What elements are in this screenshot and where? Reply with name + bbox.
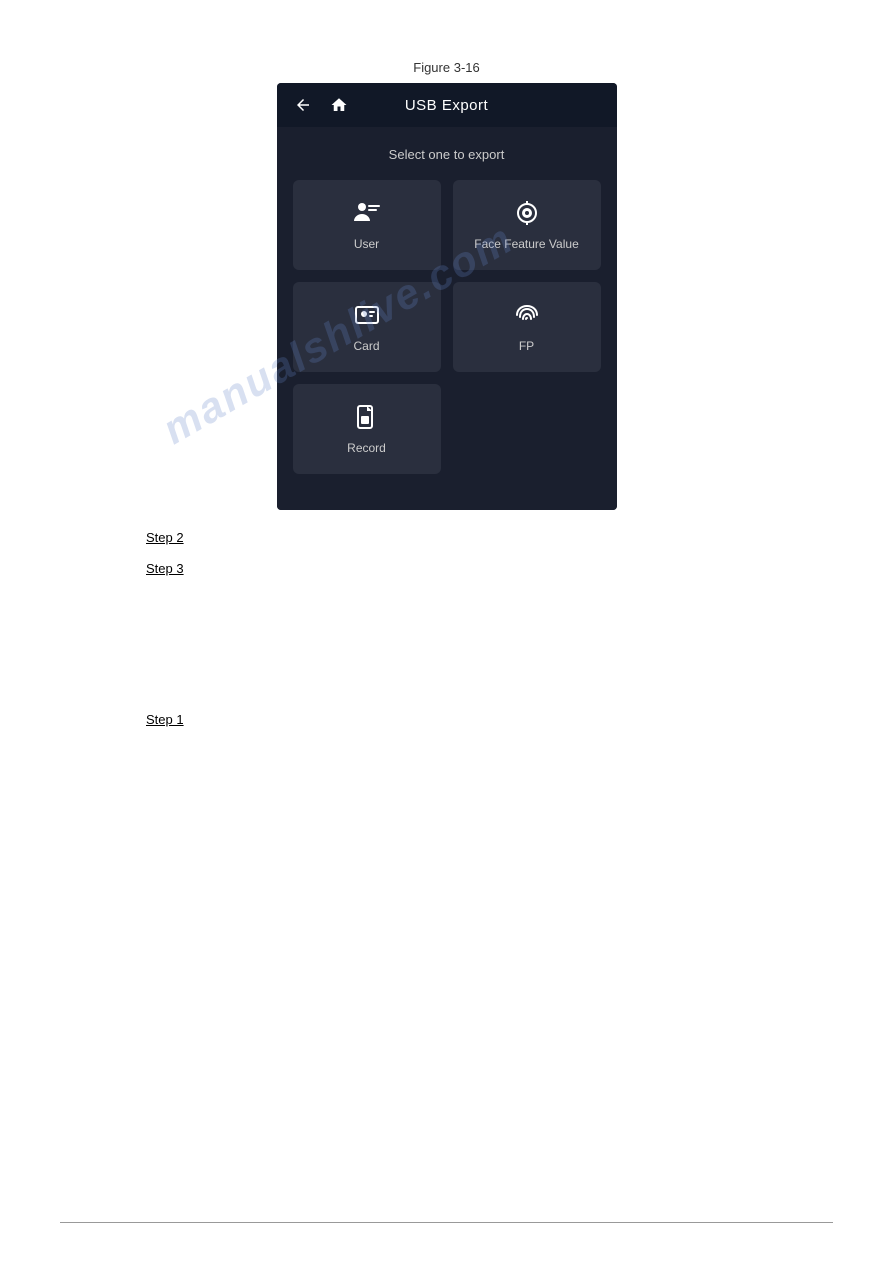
figure-label: Figure 3-16 [0, 60, 893, 75]
record-file-icon [353, 403, 381, 435]
card-icon [352, 301, 382, 333]
face-feature-value-button-label: Face Feature Value [474, 237, 579, 251]
header-title: USB Export [357, 97, 537, 114]
user-list-svg [352, 199, 382, 227]
bottom-divider [60, 1222, 833, 1223]
steps-section: Step 2 Step 3 Step 1 [0, 510, 893, 727]
step-3-link[interactable]: Step 3 [146, 561, 747, 576]
back-arrow-icon [294, 96, 312, 114]
face-scan-icon [512, 199, 542, 231]
face-scan-svg [512, 199, 542, 227]
step-1-link[interactable]: Step 1 [146, 712, 747, 727]
record-file-svg [353, 403, 381, 431]
user-list-icon [352, 199, 382, 231]
home-icon [330, 96, 348, 114]
device-body: Select one to export User [277, 127, 617, 510]
record-button-label: Record [347, 441, 386, 455]
device-header: USB Export [277, 83, 617, 127]
fingerprint-icon [512, 301, 542, 333]
fp-button[interactable]: FP [453, 282, 601, 372]
face-feature-value-button[interactable]: Face Feature Value [453, 180, 601, 270]
home-button[interactable] [321, 87, 357, 123]
user-button[interactable]: User [293, 180, 441, 270]
select-label: Select one to export [293, 147, 601, 162]
user-button-label: User [354, 237, 379, 251]
record-button[interactable]: Record [293, 384, 441, 474]
grid-row-3: Record [293, 384, 601, 474]
back-button[interactable] [285, 87, 321, 123]
card-svg [352, 301, 382, 329]
page-container: Figure 3-16 USB Export Select one to [0, 0, 893, 1263]
fp-button-label: FP [519, 339, 534, 353]
step-2-link[interactable]: Step 2 [146, 530, 747, 545]
card-button-label: Card [353, 339, 379, 353]
grid-row-1: User Face Feature Value [293, 180, 601, 270]
grid-row-2: Card FP [293, 282, 601, 372]
device-frame: USB Export Select one to export [277, 83, 617, 510]
fingerprint-svg [512, 301, 542, 329]
card-button[interactable]: Card [293, 282, 441, 372]
